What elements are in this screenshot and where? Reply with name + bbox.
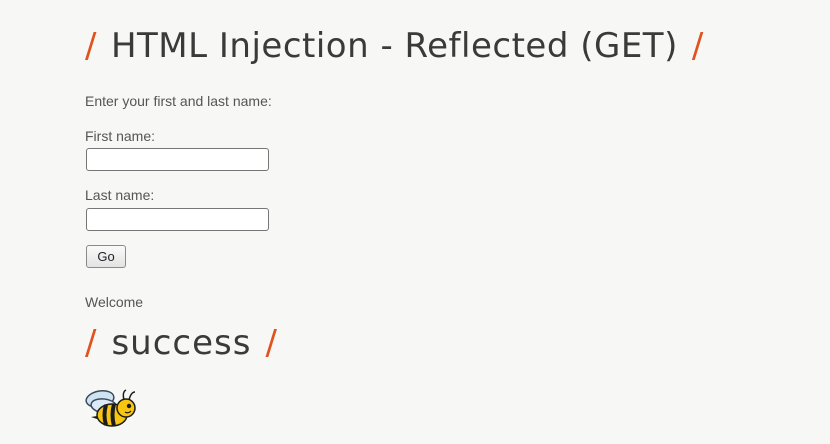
bee-stripe-2 xyxy=(110,403,116,427)
last-name-input[interactable] xyxy=(86,208,269,231)
page-title-text: HTML Injection - Reflected (GET) xyxy=(110,26,678,66)
injected-slash-right: / xyxy=(265,323,278,363)
welcome-text: Welcome xyxy=(85,294,144,310)
title-slash-left: / xyxy=(85,26,97,66)
page-title: / HTML Injection - Reflected (GET) / xyxy=(85,22,704,70)
bee-stripe-1 xyxy=(102,404,108,426)
injected-slash-left: / xyxy=(85,323,98,363)
bee-eye xyxy=(126,403,132,409)
bee-antenna-right xyxy=(128,391,136,401)
bee-stinger xyxy=(91,416,97,419)
title-slash-right: / xyxy=(691,26,704,66)
first-name-label: First name: xyxy=(85,128,156,144)
bee-head xyxy=(116,398,136,418)
bee-icon xyxy=(85,389,136,427)
injected-heading: / success / xyxy=(85,322,278,364)
injected-heading-text: success xyxy=(111,323,252,363)
go-button[interactable]: Go xyxy=(86,245,126,268)
first-name-input[interactable] xyxy=(86,148,269,171)
last-name-label: Last name: xyxy=(85,187,155,203)
form-intro-text: Enter your first and last name: xyxy=(85,93,272,109)
